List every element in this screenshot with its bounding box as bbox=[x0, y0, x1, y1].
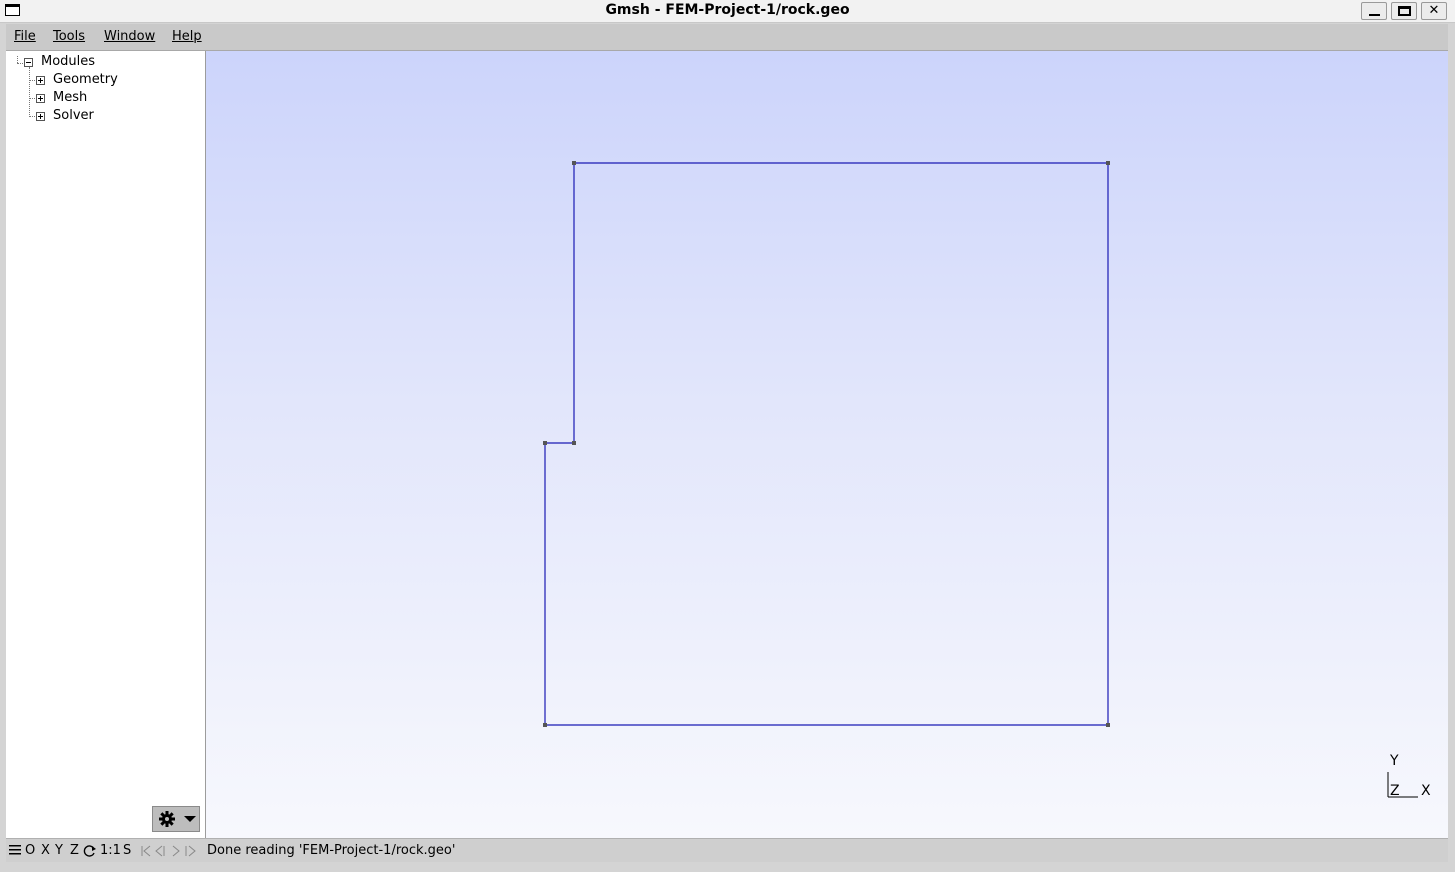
window-titlebar: Gmsh - FEM-Project-1/rock.geo ✕ bbox=[0, 0, 1455, 23]
tree-connector bbox=[29, 116, 35, 117]
geometry-points bbox=[543, 161, 1110, 727]
view-x-button[interactable]: X bbox=[41, 843, 50, 858]
menu-help-label: Help bbox=[172, 29, 202, 44]
maximize-button[interactable] bbox=[1391, 2, 1417, 20]
geometry-point bbox=[1106, 161, 1110, 165]
geometry-outline bbox=[544, 162, 1109, 726]
menu-file[interactable]: File bbox=[14, 29, 36, 44]
tree-connector bbox=[17, 56, 18, 63]
menu-bar: File Tools Window Help bbox=[6, 24, 1448, 51]
geometry-point bbox=[572, 161, 576, 165]
menu-window-label: Window bbox=[104, 29, 156, 44]
graphics-viewport[interactable]: Y Z X bbox=[206, 51, 1448, 838]
tree-connector bbox=[17, 63, 23, 64]
axes-indicator: Y Z X bbox=[1387, 753, 1431, 799]
tree-expand-solver-toggle[interactable] bbox=[36, 112, 45, 121]
view-y-button[interactable]: Y bbox=[55, 843, 63, 858]
minimize-icon bbox=[1369, 14, 1380, 16]
tree-item-mesh[interactable]: Mesh bbox=[53, 90, 87, 105]
tree-item-modules[interactable]: Modules bbox=[41, 54, 95, 69]
last-frame-icon bbox=[185, 845, 196, 857]
menu-window[interactable]: Window bbox=[104, 29, 155, 44]
menu-file-label: File bbox=[14, 29, 36, 44]
geometry-canvas[interactable]: Y Z X bbox=[206, 51, 1448, 838]
axis-x-label: X bbox=[1421, 783, 1431, 799]
minimize-button[interactable] bbox=[1361, 2, 1387, 20]
animation-controls bbox=[141, 845, 196, 857]
tree-expand-mesh-toggle[interactable] bbox=[36, 94, 45, 103]
close-icon: ✕ bbox=[1428, 3, 1440, 18]
geometry-point bbox=[572, 441, 576, 445]
tree-connector bbox=[29, 98, 35, 99]
menu-tools-label: Tools bbox=[53, 29, 86, 44]
tree-connector bbox=[29, 80, 35, 81]
tree-connector bbox=[29, 67, 30, 117]
previous-frame-icon bbox=[155, 845, 165, 857]
axis-y-label: Y bbox=[1389, 753, 1399, 769]
window-title: Gmsh - FEM-Project-1/rock.geo bbox=[605, 2, 850, 18]
geometry-point bbox=[543, 441, 547, 445]
view-z-button[interactable]: Z bbox=[70, 843, 79, 858]
first-frame-icon bbox=[141, 845, 151, 857]
next-frame-icon bbox=[172, 845, 180, 857]
geometry-point bbox=[543, 723, 547, 727]
tree-expand-geometry-toggle[interactable] bbox=[36, 76, 45, 85]
gear-icon bbox=[159, 811, 196, 827]
close-button[interactable]: ✕ bbox=[1421, 2, 1447, 20]
axis-z-label: Z bbox=[1390, 783, 1400, 799]
rotate-icon[interactable] bbox=[83, 844, 97, 858]
module-tree-panel: Modules Geometry Mesh Solver bbox=[6, 51, 206, 838]
menu-help[interactable]: Help bbox=[172, 29, 202, 44]
menu-tools[interactable]: Tools bbox=[53, 29, 85, 44]
maximize-icon bbox=[1398, 6, 1411, 16]
chevron-down-icon bbox=[184, 816, 196, 822]
view-o-button[interactable]: O bbox=[25, 843, 35, 858]
tree-collapse-modules-toggle[interactable] bbox=[24, 58, 33, 67]
scale-button[interactable]: 1:1 bbox=[100, 843, 121, 858]
tree-item-geometry[interactable]: Geometry bbox=[53, 72, 118, 87]
window-bottom-border bbox=[0, 862, 1455, 872]
status-bar: O X Y Z 1:1 S Done reading 'FEM-Project-… bbox=[6, 838, 1448, 863]
geometry-point bbox=[1106, 723, 1110, 727]
options-menu-button[interactable] bbox=[152, 806, 200, 832]
status-message: Done reading 'FEM-Project-1/rock.geo' bbox=[207, 843, 456, 858]
hamburger-menu-icon[interactable] bbox=[9, 844, 22, 857]
snap-button[interactable]: S bbox=[123, 843, 131, 858]
tree-item-solver[interactable]: Solver bbox=[53, 108, 94, 123]
